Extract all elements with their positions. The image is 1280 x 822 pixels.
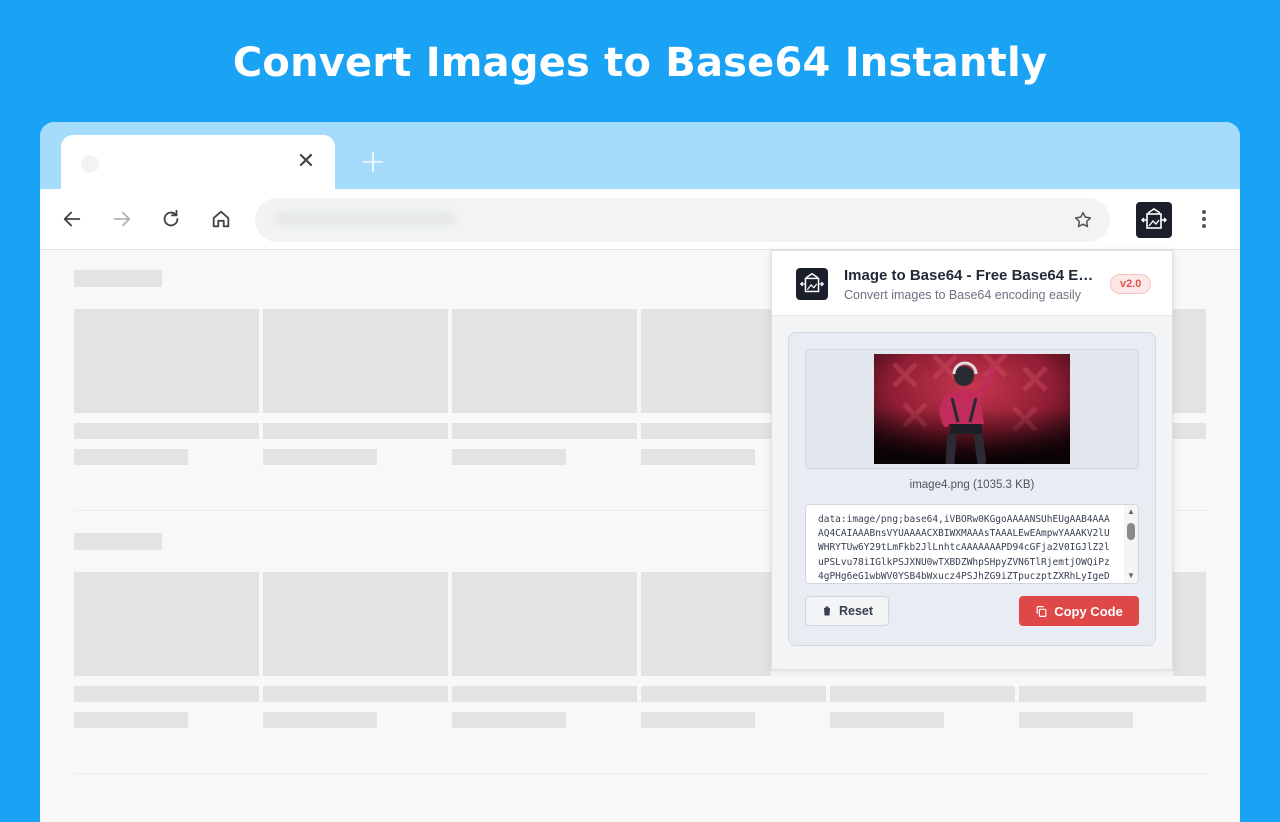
scroll-down-icon[interactable]: ▼ (1127, 572, 1135, 580)
page-divider (74, 773, 1207, 774)
trash-icon (822, 606, 831, 616)
skeleton-line (452, 449, 566, 465)
skeleton-line (74, 449, 188, 465)
new-tab-icon[interactable]: + (358, 142, 388, 180)
skeleton-line (1019, 686, 1206, 702)
skeleton-card (263, 572, 448, 676)
skeleton-line (1173, 423, 1206, 439)
preview-image (874, 354, 1070, 464)
copy-code-button[interactable]: Copy Code (1019, 596, 1139, 626)
skeleton-line (1019, 712, 1133, 728)
skeleton-line (830, 712, 944, 728)
skeleton-card (1173, 309, 1206, 413)
skeleton-card (74, 572, 259, 676)
skeleton-card (263, 309, 448, 413)
reload-icon[interactable] (156, 204, 186, 234)
forward-arrow-icon[interactable] (107, 204, 137, 234)
base64-output-text: data:image/png;base64,iVBORw0KGgoAAAANSU… (818, 514, 1110, 582)
skeleton-line (641, 449, 755, 465)
skeleton-line (74, 686, 259, 702)
reset-button[interactable]: Reset (805, 596, 889, 626)
base64-output-textarea[interactable]: data:image/png;base64,iVBORw0KGgoAAAANSU… (805, 504, 1139, 584)
skeleton-heading (74, 270, 162, 287)
skeleton-line (641, 712, 755, 728)
skeleton-line (263, 686, 448, 702)
skeleton-line (263, 712, 377, 728)
scrollbar-thumb[interactable] (1127, 523, 1135, 540)
scrollbar[interactable]: ▲ ▼ (1124, 505, 1138, 583)
close-tab-icon[interactable]: ✕ (293, 149, 319, 175)
address-bar[interactable] (255, 198, 1110, 242)
skeleton-line (452, 423, 637, 439)
skeleton-card (641, 309, 771, 413)
headline: Convert Images to Base64 Instantly (232, 40, 1048, 86)
extension-popup: Image to Base64 - Free Base64 Encoder Co… (771, 250, 1173, 670)
copy-icon (1036, 605, 1047, 617)
browser-tab[interactable]: ✕ (61, 135, 335, 195)
skeleton-line (263, 449, 377, 465)
skeleton-line (74, 423, 259, 439)
app-logo-icon (796, 268, 828, 300)
bookmark-star-icon[interactable] (1072, 209, 1094, 231)
skeleton-card (1173, 572, 1206, 676)
version-badge: v2.0 (1110, 274, 1152, 294)
browser-toolbar (40, 189, 1240, 250)
converter-card: image4.png (1035.3 KB) data:image/png;ba… (788, 332, 1156, 646)
skeleton-line (452, 712, 566, 728)
skeleton-line (641, 686, 826, 702)
image-preview (805, 349, 1139, 469)
skeleton-card (74, 309, 259, 413)
copy-code-button-label: Copy Code (1054, 603, 1123, 619)
skeleton-card (452, 572, 637, 676)
skeleton-line (641, 423, 771, 439)
back-arrow-icon[interactable] (57, 204, 87, 234)
skeleton-line (263, 423, 448, 439)
skeleton-line (74, 712, 188, 728)
popup-subtitle: Convert images to Base64 encoding easily (844, 288, 1081, 302)
scroll-up-icon[interactable]: ▲ (1127, 508, 1135, 516)
home-icon[interactable] (206, 204, 236, 234)
reset-button-label: Reset (838, 604, 874, 618)
browser-window: ✕ + Image to Base64 - Free Base64 Enc Co… (40, 122, 1240, 822)
tab-favicon-icon (81, 155, 99, 173)
skeleton-line (830, 686, 1015, 702)
file-info: image4.png (1035.3 KB) (909, 479, 1035, 491)
skeleton-line (452, 686, 637, 702)
skeleton-heading (74, 533, 162, 550)
popup-header: Image to Base64 - Free Base64 Encoder Co… (772, 251, 1172, 316)
kebab-menu-icon[interactable] (1192, 204, 1216, 234)
skeleton-card (452, 309, 637, 413)
address-text-blurred (275, 212, 455, 226)
skeleton-card (641, 572, 771, 676)
popup-title: Image to Base64 - Free Base64 Encoder (844, 267, 1094, 284)
extension-image-base64-icon[interactable] (1136, 202, 1172, 238)
